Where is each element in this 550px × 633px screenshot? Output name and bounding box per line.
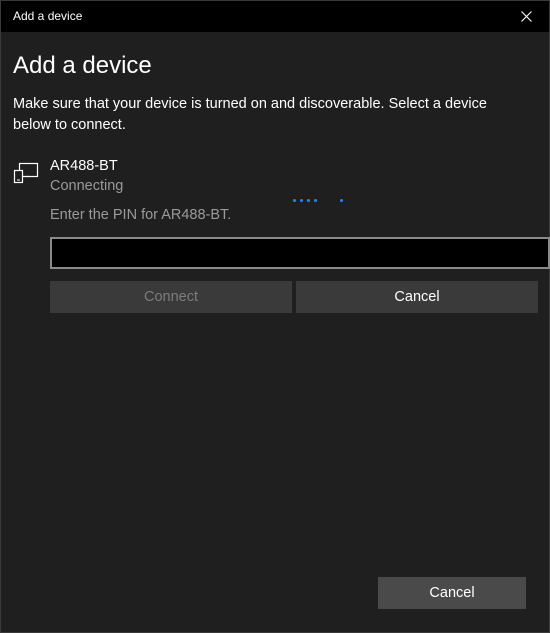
progress-dot xyxy=(314,199,317,202)
add-device-window: Add a device Add a device Make sure that… xyxy=(0,0,550,633)
pin-input[interactable] xyxy=(50,237,550,269)
progress-dot xyxy=(300,199,303,202)
title-bar: Add a device xyxy=(1,1,549,32)
page-title: Add a device xyxy=(13,52,152,79)
progress-dot xyxy=(340,199,343,202)
device-status: Connecting xyxy=(50,178,124,194)
progress-indicator xyxy=(291,198,351,204)
instructions-text: Make sure that your device is turned on … xyxy=(13,96,487,133)
connect-button[interactable]: Connect xyxy=(50,281,292,313)
progress-dot xyxy=(307,199,310,202)
window-title: Add a device xyxy=(13,9,83,23)
device-icon xyxy=(13,162,39,184)
pin-prompt: Enter the PIN for AR488-BT. xyxy=(50,207,232,223)
cancel-pin-button[interactable]: Cancel xyxy=(296,281,538,313)
progress-dot xyxy=(293,199,296,202)
device-name[interactable]: AR488-BT xyxy=(50,158,118,174)
close-icon xyxy=(520,11,532,22)
close-button[interactable] xyxy=(503,1,549,32)
footer-cancel-button[interactable]: Cancel xyxy=(378,577,526,609)
